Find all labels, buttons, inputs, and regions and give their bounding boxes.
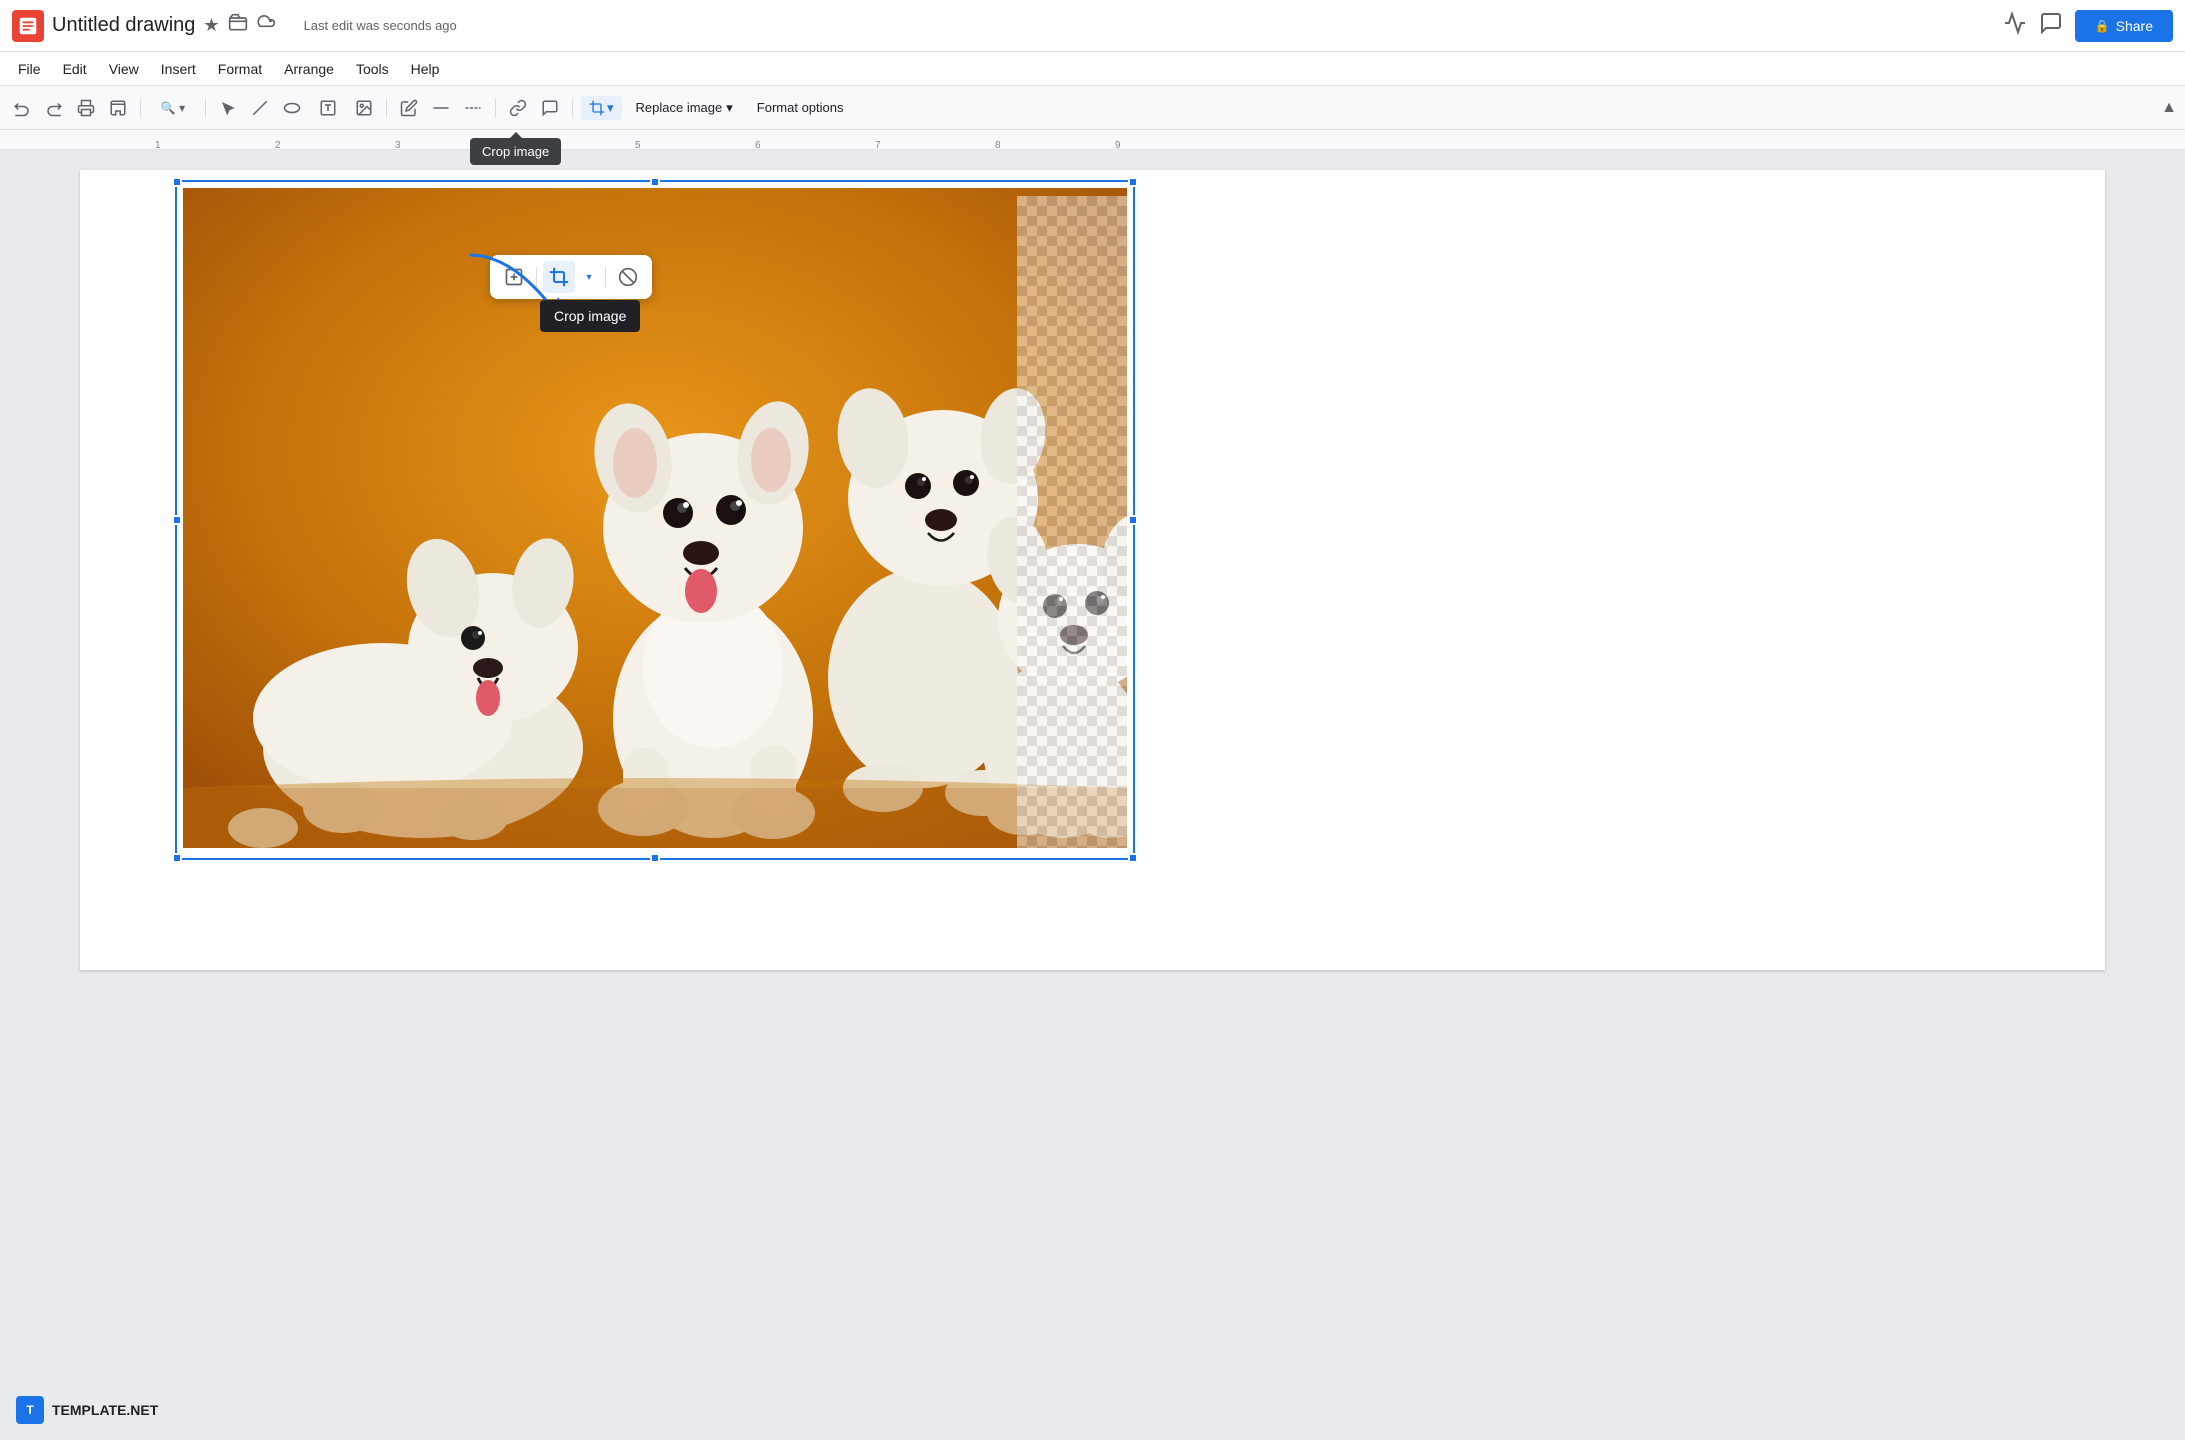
- last-edit-text: Last edit was seconds ago: [304, 18, 457, 33]
- menu-insert[interactable]: Insert: [151, 57, 206, 81]
- template-logo-icon: T: [16, 1396, 44, 1424]
- handle-bottom-left[interactable]: [172, 853, 182, 863]
- image-container[interactable]: [175, 180, 1135, 860]
- ruler-mark-6: 6: [755, 140, 761, 151]
- crop-image-popup: Crop image: [540, 300, 640, 332]
- float-crop-button[interactable]: [543, 261, 575, 293]
- ruler-mark-2: 2: [275, 140, 281, 151]
- handle-middle-left[interactable]: [172, 515, 182, 525]
- crop-popup-text: Crop image: [554, 308, 626, 324]
- ruler-mark-7: 7: [875, 140, 881, 151]
- folder-icon[interactable]: [228, 13, 248, 38]
- lock-icon: 🔒: [2095, 19, 2110, 33]
- handle-top-right[interactable]: [1128, 177, 1138, 187]
- crop-dropdown-arrow: ▾: [607, 100, 614, 116]
- paint-format-button[interactable]: [104, 94, 132, 122]
- float-mask-button[interactable]: [612, 261, 644, 293]
- zoom-button[interactable]: 🔍 ▾: [149, 94, 197, 122]
- handle-top-left[interactable]: [172, 177, 182, 187]
- toolbar-collapse-button[interactable]: ▲: [2161, 99, 2177, 117]
- float-add-button[interactable]: [498, 261, 530, 293]
- ruler-mark-5: 5: [635, 140, 641, 151]
- line-button[interactable]: [246, 94, 274, 122]
- handle-bottom-middle[interactable]: [650, 853, 660, 863]
- replace-dropdown-arrow: ▾: [726, 100, 733, 116]
- format-options-label: Format options: [757, 100, 844, 115]
- checkerboard-area: [1017, 196, 1127, 848]
- ruler-mark-1: 1: [155, 140, 161, 151]
- replace-image-label: Replace image: [636, 100, 723, 115]
- floating-toolbar: ▾: [490, 255, 652, 299]
- handle-top-middle[interactable]: [650, 177, 660, 187]
- crop-image-toolbar-button[interactable]: ▾: [581, 96, 622, 120]
- line-weight-button[interactable]: [427, 94, 455, 122]
- menu-edit[interactable]: Edit: [53, 57, 97, 81]
- share-button[interactable]: 🔒 Share: [2075, 10, 2173, 42]
- replace-image-button[interactable]: Replace image ▾: [626, 96, 743, 120]
- toolbar-separator-2: [205, 98, 206, 118]
- undo-button[interactable]: [8, 94, 36, 122]
- shape-button[interactable]: [278, 94, 306, 122]
- handle-middle-right[interactable]: [1128, 515, 1138, 525]
- menu-help[interactable]: Help: [401, 57, 450, 81]
- menu-file[interactable]: File: [8, 57, 51, 81]
- ruler-mark-9: 9: [1115, 140, 1121, 151]
- comment-toolbar-button[interactable]: [536, 94, 564, 122]
- image-content: [183, 188, 1127, 848]
- pencil-button[interactable]: [395, 94, 423, 122]
- title-right-actions: 🔒 Share: [2003, 10, 2173, 42]
- ruler-mark-8: 8: [995, 140, 1001, 151]
- float-toolbar-separator-1: [536, 267, 537, 287]
- link-button[interactable]: [504, 94, 532, 122]
- image-button[interactable]: [350, 94, 378, 122]
- star-icon[interactable]: ★: [203, 15, 219, 36]
- title-bar: Untitled drawing ★ Last edit was seconds…: [0, 0, 2185, 52]
- canvas-area[interactable]: ▾ Crop image T TEMPLATE.NET: [0, 150, 2185, 1440]
- redo-button[interactable]: [40, 94, 68, 122]
- ruler-mark-3: 3: [395, 140, 401, 151]
- menu-format[interactable]: Format: [208, 57, 272, 81]
- template-net-logo: T TEMPLATE.NET: [16, 1396, 158, 1424]
- print-button[interactable]: [72, 94, 100, 122]
- toolbar-separator-1: [140, 98, 141, 118]
- share-label: Share: [2116, 18, 2153, 34]
- comment-icon[interactable]: [2039, 11, 2063, 41]
- app-logo: [12, 10, 44, 42]
- toolbar: 🔍 ▾ ▾ Replace im: [0, 86, 2185, 130]
- menu-arrange[interactable]: Arrange: [274, 57, 344, 81]
- drawing-page[interactable]: [80, 170, 2105, 970]
- toolbar-separator-3: [386, 98, 387, 118]
- template-net-name: TEMPLATE.NET: [52, 1402, 158, 1418]
- handle-bottom-right[interactable]: [1128, 853, 1138, 863]
- float-crop-dropdown[interactable]: ▾: [579, 261, 599, 293]
- cloud-icon[interactable]: [256, 13, 276, 38]
- format-options-button[interactable]: Format options: [747, 96, 854, 119]
- document-title[interactable]: Untitled drawing: [52, 14, 195, 37]
- menu-bar: File Edit View Insert Format Arrange Too…: [0, 52, 2185, 86]
- menu-tools[interactable]: Tools: [346, 57, 399, 81]
- toolbar-separator-5: [572, 98, 573, 118]
- menu-view[interactable]: View: [99, 57, 149, 81]
- select-button[interactable]: [214, 94, 242, 122]
- activity-icon[interactable]: [2003, 11, 2027, 41]
- float-toolbar-separator-2: [605, 267, 606, 287]
- ruler: 1 2 3 4 5 6 7 8 9: [0, 130, 2185, 150]
- ruler-mark-4: 4: [515, 140, 521, 151]
- toolbar-separator-4: [495, 98, 496, 118]
- line-dash-button[interactable]: [459, 94, 487, 122]
- textbox-button[interactable]: [310, 94, 346, 122]
